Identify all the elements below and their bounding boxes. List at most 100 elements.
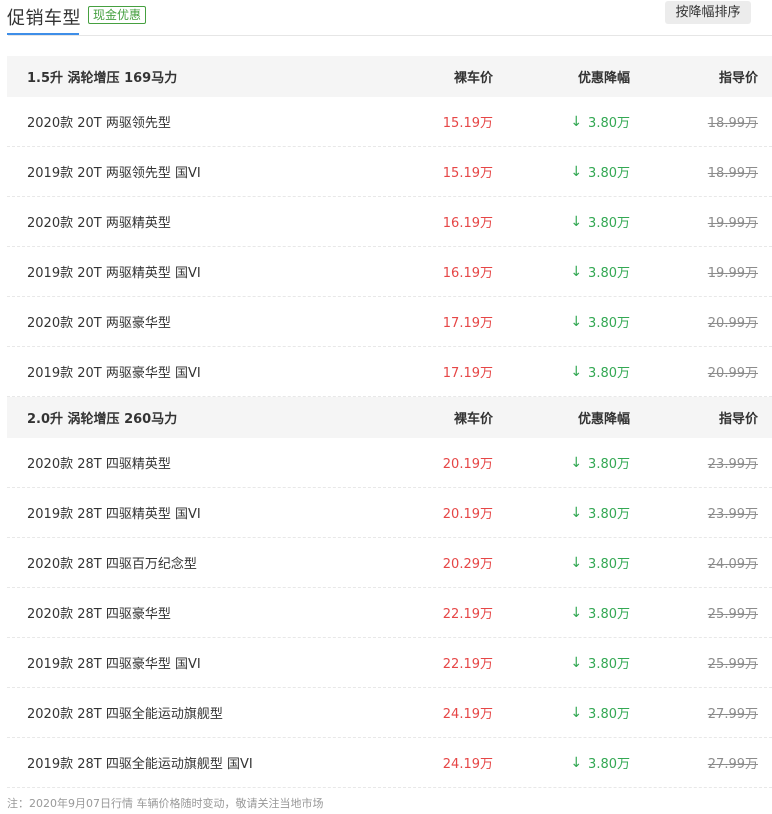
group-header: 1.5升 涡轮增压 169马力 裸车价 优惠降幅 指导价 bbox=[7, 56, 772, 97]
discount-value: 3.80万 bbox=[588, 216, 630, 231]
discount-value: 3.80万 bbox=[588, 607, 630, 622]
discount-amount: ↓ 3.80万 bbox=[570, 538, 630, 587]
bare-car-price: 24.19万 bbox=[442, 707, 493, 722]
discount-amount: ↓ 3.80万 bbox=[570, 347, 630, 396]
discount-value: 3.80万 bbox=[588, 366, 630, 381]
discount-value: 3.80万 bbox=[588, 457, 630, 472]
discount-value: 3.80万 bbox=[588, 507, 630, 522]
table-row[interactable]: 2019款 28T 四驱豪华型 国VI 22.19万 ↓ 3.80万 25.99万 bbox=[7, 638, 772, 688]
discount-amount: ↓ 3.80万 bbox=[570, 97, 630, 146]
discount-amount: ↓ 3.80万 bbox=[570, 297, 630, 346]
down-arrow-icon: ↓ bbox=[570, 213, 583, 230]
group-header: 2.0升 涡轮增压 260马力 裸车价 优惠降幅 指导价 bbox=[7, 397, 772, 438]
model-name[interactable]: 2019款 28T 四驱豪华型 国VI bbox=[27, 638, 201, 687]
model-name[interactable]: 2020款 20T 两驱豪华型 bbox=[27, 297, 171, 346]
guide-price: 19.99万 bbox=[707, 216, 758, 231]
bare-car-price: 20.29万 bbox=[442, 557, 493, 572]
column-header-price: 裸车价 bbox=[453, 412, 493, 427]
guide-price: 24.09万 bbox=[707, 557, 758, 572]
discount-value: 3.80万 bbox=[588, 707, 630, 722]
bare-car-price: 17.19万 bbox=[442, 366, 493, 381]
bare-car-price: 20.19万 bbox=[442, 457, 493, 472]
bare-car-price: 22.19万 bbox=[442, 607, 493, 622]
table-row[interactable]: 2019款 20T 两驱领先型 国VI 15.19万 ↓ 3.80万 18.99万 bbox=[7, 147, 772, 197]
guide-price: 25.99万 bbox=[707, 657, 758, 672]
table-row[interactable]: 2019款 20T 两驱精英型 国VI 16.19万 ↓ 3.80万 19.99万 bbox=[7, 247, 772, 297]
guide-price: 18.99万 bbox=[707, 166, 758, 181]
table-row[interactable]: 2020款 28T 四驱精英型 20.19万 ↓ 3.80万 23.99万 bbox=[7, 438, 772, 488]
model-name[interactable]: 2020款 28T 四驱精英型 bbox=[27, 438, 171, 487]
discount-value: 3.80万 bbox=[588, 266, 630, 281]
down-arrow-icon: ↓ bbox=[570, 363, 583, 380]
model-name[interactable]: 2019款 20T 两驱领先型 国VI bbox=[27, 147, 201, 196]
discount-amount: ↓ 3.80万 bbox=[570, 197, 630, 246]
bare-car-price: 17.19万 bbox=[442, 316, 493, 331]
table-row[interactable]: 2020款 20T 两驱领先型 15.19万 ↓ 3.80万 18.99万 bbox=[7, 97, 772, 147]
guide-price: 18.99万 bbox=[707, 116, 758, 131]
down-arrow-icon: ↓ bbox=[570, 313, 583, 330]
bare-car-price: 16.19万 bbox=[442, 216, 493, 231]
column-header-price: 裸车价 bbox=[453, 71, 493, 86]
down-arrow-icon: ↓ bbox=[570, 604, 583, 621]
discount-amount: ↓ 3.80万 bbox=[570, 588, 630, 637]
promotion-table: 1.5升 涡轮增压 169马力 裸车价 优惠降幅 指导价 2020款 20T 两驱领先型… bbox=[7, 56, 772, 788]
discount-amount: ↓ 3.80万 bbox=[570, 147, 630, 196]
discount-amount: ↓ 3.80万 bbox=[570, 738, 630, 787]
discount-amount: ↓ 3.80万 bbox=[570, 438, 630, 487]
column-header-guide-price: 指导价 bbox=[718, 412, 758, 427]
table-row[interactable]: 2020款 28T 四驱全能运动旗舰型 24.19万 ↓ 3.80万 27.99万 bbox=[7, 688, 772, 738]
table-row[interactable]: 2020款 20T 两驱豪华型 17.19万 ↓ 3.80万 20.99万 bbox=[7, 297, 772, 347]
column-header-guide-price: 指导价 bbox=[718, 71, 758, 86]
guide-price: 27.99万 bbox=[707, 707, 758, 722]
table-row[interactable]: 2020款 28T 四驱百万纪念型 20.29万 ↓ 3.80万 24.09万 bbox=[7, 538, 772, 588]
bare-car-price: 20.19万 bbox=[442, 507, 493, 522]
table-row[interactable]: 2019款 28T 四驱精英型 国VI 20.19万 ↓ 3.80万 23.99万 bbox=[7, 488, 772, 538]
table-row[interactable]: 2020款 20T 两驱精英型 16.19万 ↓ 3.80万 19.99万 bbox=[7, 197, 772, 247]
down-arrow-icon: ↓ bbox=[570, 163, 583, 180]
page-header: 促销车型 现金优惠 按降幅排序 bbox=[0, 0, 772, 36]
guide-price: 23.99万 bbox=[707, 507, 758, 522]
header-divider bbox=[8, 35, 772, 36]
model-name[interactable]: 2019款 20T 两驱精英型 国VI bbox=[27, 247, 201, 296]
price-footnote: 注：2020年9月07日行情 车辆价格随时变动，敬请关注当地市场 bbox=[7, 797, 324, 810]
down-arrow-icon: ↓ bbox=[570, 113, 583, 130]
discount-value: 3.80万 bbox=[588, 116, 630, 131]
discount-value: 3.80万 bbox=[588, 557, 630, 572]
bare-car-price: 24.19万 bbox=[442, 757, 493, 772]
model-name[interactable]: 2019款 28T 四驱精英型 国VI bbox=[27, 488, 201, 537]
guide-price: 27.99万 bbox=[707, 757, 758, 772]
table-row[interactable]: 2020款 28T 四驱豪华型 22.19万 ↓ 3.80万 25.99万 bbox=[7, 588, 772, 638]
guide-price: 20.99万 bbox=[707, 366, 758, 381]
model-name[interactable]: 2020款 28T 四驱百万纪念型 bbox=[27, 538, 197, 587]
model-name[interactable]: 2019款 20T 两驱豪华型 国VI bbox=[27, 347, 201, 396]
model-name[interactable]: 2020款 28T 四驱豪华型 bbox=[27, 588, 171, 637]
discount-amount: ↓ 3.80万 bbox=[570, 247, 630, 296]
model-name[interactable]: 2019款 28T 四驱全能运动旗舰型 国VI bbox=[27, 738, 253, 787]
down-arrow-icon: ↓ bbox=[570, 554, 583, 571]
model-name[interactable]: 2020款 28T 四驱全能运动旗舰型 bbox=[27, 688, 223, 737]
down-arrow-icon: ↓ bbox=[570, 654, 583, 671]
down-arrow-icon: ↓ bbox=[570, 263, 583, 280]
group-title: 1.5升 涡轮增压 169马力 bbox=[27, 71, 178, 86]
bare-car-price: 16.19万 bbox=[442, 266, 493, 281]
tab-promotion-models[interactable]: 促销车型 bbox=[7, 4, 81, 30]
discount-value: 3.80万 bbox=[588, 757, 630, 772]
discount-value: 3.80万 bbox=[588, 316, 630, 331]
guide-price: 23.99万 bbox=[707, 457, 758, 472]
model-name[interactable]: 2020款 20T 两驱精英型 bbox=[27, 197, 171, 246]
discount-amount: ↓ 3.80万 bbox=[570, 688, 630, 737]
group-title: 2.0升 涡轮增压 260马力 bbox=[27, 412, 178, 427]
bare-car-price: 15.19万 bbox=[442, 166, 493, 181]
down-arrow-icon: ↓ bbox=[570, 704, 583, 721]
sort-by-discount-button[interactable]: 按降幅排序 bbox=[665, 1, 751, 24]
discount-amount: ↓ 3.80万 bbox=[570, 638, 630, 687]
column-header-discount: 优惠降幅 bbox=[577, 71, 630, 86]
bare-car-price: 15.19万 bbox=[442, 116, 493, 131]
discount-value: 3.80万 bbox=[588, 166, 630, 181]
down-arrow-icon: ↓ bbox=[570, 454, 583, 471]
guide-price: 19.99万 bbox=[707, 266, 758, 281]
model-name[interactable]: 2020款 20T 两驱领先型 bbox=[27, 97, 171, 146]
table-row[interactable]: 2019款 28T 四驱全能运动旗舰型 国VI 24.19万 ↓ 3.80万 27.99… bbox=[7, 738, 772, 788]
down-arrow-icon: ↓ bbox=[570, 504, 583, 521]
table-row[interactable]: 2019款 20T 两驱豪华型 国VI 17.19万 ↓ 3.80万 20.99万 bbox=[7, 347, 772, 397]
